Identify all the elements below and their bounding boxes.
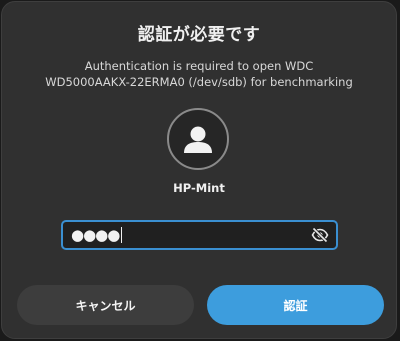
auth-message: Authentication is required to open WDC W…	[12, 58, 386, 90]
dialog-title: 認証が必要です	[137, 25, 261, 45]
user-avatar	[167, 108, 229, 170]
cancel-button[interactable]: キャンセル	[17, 285, 194, 325]
password-masked-value: ●●●●	[71, 226, 120, 244]
auth-dialog: 認証が必要です Authentication is required to op…	[1, 1, 397, 339]
user-avatar-icon	[184, 126, 212, 153]
password-input[interactable]: ●●●●	[61, 220, 338, 250]
auth-message-line-2: WD5000AAKX-22ERMA0 (/dev/sdb) for benchm…	[45, 75, 353, 89]
auth-message-line-1: Authentication is required to open WDC	[84, 59, 314, 73]
text-caret	[121, 227, 123, 243]
authenticate-button[interactable]: 認証	[207, 285, 384, 325]
user-name: HP-Mint	[173, 181, 225, 195]
eye-off-icon[interactable]	[311, 226, 329, 244]
